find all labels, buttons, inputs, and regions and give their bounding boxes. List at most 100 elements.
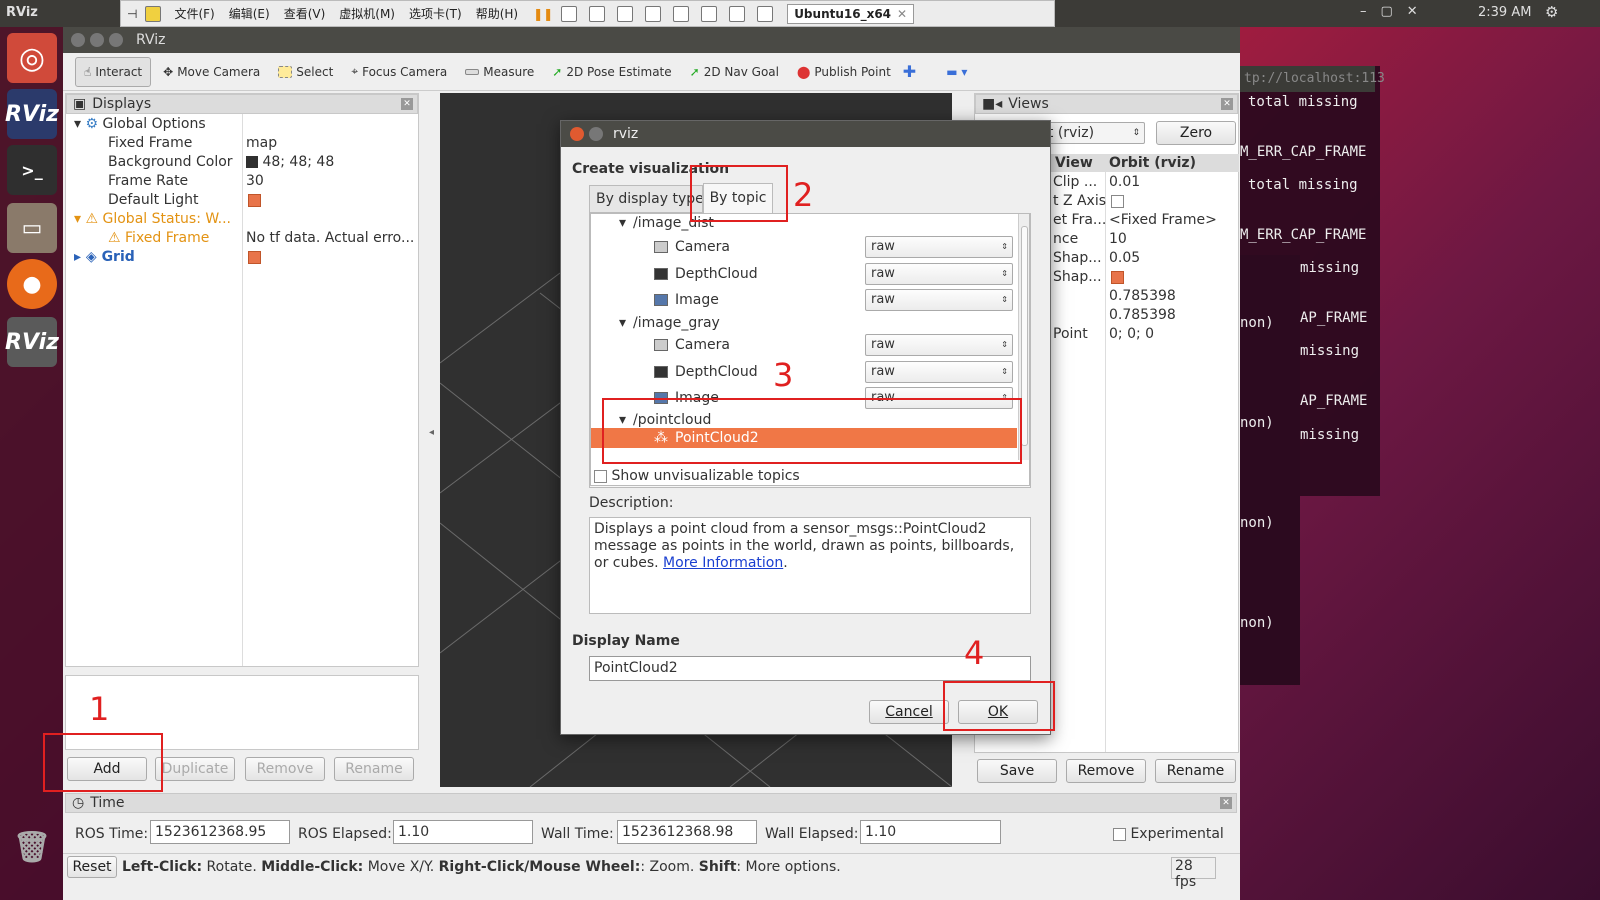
rename-view-button[interactable]: Rename	[1155, 759, 1236, 783]
tool-focus-camera[interactable]: ⌖ Focus Camera	[345, 60, 453, 83]
menu-vm[interactable]: 虚拟机(M)	[334, 5, 400, 22]
view-prop[interactable]: t Z Axis	[1053, 192, 1106, 211]
trash-icon[interactable]: 🗑	[7, 822, 57, 872]
tree-row-global-options[interactable]: ▾ ⚙ Global Options	[74, 115, 206, 134]
menu-edit[interactable]: 编辑(E)	[224, 5, 275, 22]
cancel-button[interactable]: Cancel	[869, 700, 949, 724]
save-view-button[interactable]: Save	[977, 759, 1057, 783]
library-icon[interactable]	[757, 5, 774, 22]
vm-tab[interactable]: Ubuntu16_x64 ✕	[787, 3, 915, 24]
prop-value[interactable]: 48; 48; 48	[246, 153, 334, 172]
prop-background-color[interactable]: Background Color	[108, 153, 233, 172]
rviz-launcher-icon[interactable]: RViz	[5, 89, 59, 139]
display-type-row[interactable]: DepthCloud raw ⇕	[591, 360, 1017, 384]
transport-select[interactable]: raw ⇕	[865, 361, 1013, 383]
console-view-icon[interactable]	[673, 5, 690, 22]
display-type-row[interactable]: Camera raw ⇕	[591, 235, 1017, 259]
tool-select[interactable]: Select	[272, 61, 339, 83]
prop-default-light[interactable]: Default Light	[108, 191, 199, 210]
prop-value[interactable]: map	[246, 134, 277, 153]
minimize-icon[interactable]	[90, 33, 104, 47]
view-prop[interactable]: nce	[1053, 230, 1078, 249]
tool-measure[interactable]: Measure	[459, 61, 540, 83]
prop-fixed-frame[interactable]: Fixed Frame	[108, 134, 192, 153]
fullscreen-icon[interactable]	[701, 5, 718, 22]
close-icon[interactable]	[570, 127, 584, 141]
view-type-select[interactable]: it (rviz) ⇕	[1035, 122, 1145, 144]
view-val[interactable]	[1111, 192, 1124, 211]
close-icon[interactable]: ✕	[1220, 797, 1232, 809]
minimize-icon[interactable]	[589, 127, 603, 141]
view-val[interactable]: 0; 0; 0	[1109, 325, 1154, 344]
unity-icon[interactable]	[729, 5, 746, 22]
network-icon[interactable]	[561, 5, 578, 22]
tool-2d-nav-goal[interactable]: ➚ 2D Nav Goal	[684, 61, 785, 83]
default-light-checkbox[interactable]	[248, 191, 261, 210]
transport-select[interactable]: raw ⇕	[865, 334, 1013, 356]
checkbox-unchecked[interactable]	[1113, 827, 1126, 841]
show-unvisualizable-toggle[interactable]: Show unvisualizable topics	[594, 468, 800, 484]
tool-publish-point[interactable]: ⬤ Publish Point	[791, 61, 897, 83]
wall-time-field[interactable]: 1523612368.98	[617, 820, 757, 844]
transport-select[interactable]: raw ⇕	[865, 263, 1013, 285]
remove-tool-icon[interactable]: ▬ ▾	[946, 65, 967, 79]
prop-frame-rate[interactable]: Frame Rate	[108, 172, 188, 191]
home-icon[interactable]	[145, 5, 162, 22]
tool-2d-pose-estimate[interactable]: ➚ 2D Pose Estimate	[546, 61, 677, 83]
view-val[interactable]: 0.785398	[1109, 306, 1176, 325]
ros-time-field[interactable]: 1523612368.95	[150, 820, 290, 844]
zero-button[interactable]: Zero	[1156, 121, 1236, 145]
checkbox-unchecked[interactable]	[1111, 194, 1124, 208]
settings-gear-icon[interactable]: ⚙	[1545, 3, 1558, 21]
clock[interactable]: 2:39 AM	[1478, 5, 1531, 20]
tree-row-global-status[interactable]: ▾ ⚠ Global Status: W...	[74, 210, 231, 229]
view-prop[interactable]: Shap...	[1053, 249, 1102, 268]
menu-view[interactable]: 查看(V)	[279, 5, 331, 22]
add-tool-icon[interactable]: ✚	[903, 62, 916, 81]
tool-interact[interactable]: ☝ Interact	[75, 56, 152, 87]
menu-file[interactable]: 文件(F)	[169, 5, 219, 22]
wall-elapsed-field[interactable]: 1.10	[860, 820, 1001, 844]
tree-row-fixed-frame-status[interactable]: ⚠ Fixed Frame	[108, 229, 209, 248]
topic-image-dist[interactable]: ▾/image_dist	[591, 214, 1017, 235]
duplicate-display-button[interactable]: Duplicate	[155, 757, 235, 781]
checkbox-checked[interactable]	[1111, 270, 1124, 284]
close-icon[interactable]: ✕	[1221, 98, 1233, 110]
snapshot-manager-icon[interactable]	[645, 5, 662, 22]
view-val[interactable]: 10	[1109, 230, 1127, 249]
display-type-row[interactable]: DepthCloud raw ⇕	[591, 262, 1017, 286]
maximize-icon[interactable]	[109, 33, 123, 47]
view-val[interactable]: 0.01	[1109, 173, 1140, 192]
display-type-row[interactable]: Image raw ⇕	[591, 288, 1017, 312]
remove-view-button[interactable]: Remove	[1066, 759, 1146, 783]
collapse-handle[interactable]: ◂	[429, 427, 434, 438]
scrollbar-thumb[interactable]	[1021, 226, 1028, 446]
file-manager-icon[interactable]: ▭	[7, 203, 57, 253]
menu-help[interactable]: 帮助(H)	[471, 5, 523, 22]
snapshot-icon[interactable]	[589, 5, 606, 22]
topic-image-gray[interactable]: ▾ /image_gray	[591, 311, 1017, 335]
transport-select[interactable]: raw ⇕	[865, 289, 1013, 311]
reset-button[interactable]: Reset	[67, 856, 117, 878]
pause-icon[interactable]: ❚❚	[533, 7, 553, 21]
view-val[interactable]: 0.785398	[1109, 287, 1176, 306]
checkbox-unchecked[interactable]	[594, 469, 607, 483]
more-information-link[interactable]: More Information	[663, 555, 783, 571]
view-prop[interactable]: Clip ...	[1053, 173, 1097, 192]
close-icon[interactable]: ✕	[401, 98, 413, 110]
tool-move-camera[interactable]: ✥ Move Camera	[157, 61, 266, 83]
remove-display-button[interactable]: Remove	[245, 757, 325, 781]
snapshot-restore-icon[interactable]	[617, 5, 634, 22]
view-val[interactable]: <Fixed Frame>	[1109, 211, 1217, 230]
close-icon[interactable]: ✕	[897, 7, 907, 21]
pin-icon[interactable]: ⊣	[127, 7, 137, 21]
window-controls[interactable]: –▢✕	[1360, 4, 1432, 19]
terminal-icon[interactable]: >_	[7, 145, 57, 195]
checkbox-checked[interactable]	[248, 193, 261, 207]
display-type-row[interactable]: Camera raw ⇕	[591, 333, 1017, 357]
ubuntu-dash-icon[interactable]: ◎	[7, 33, 57, 83]
menu-tabs[interactable]: 选项卡(T)	[404, 5, 467, 22]
close-icon[interactable]	[71, 33, 85, 47]
grid-enabled-checkbox[interactable]	[248, 248, 261, 267]
view-prop[interactable]: Shap...	[1053, 268, 1102, 287]
